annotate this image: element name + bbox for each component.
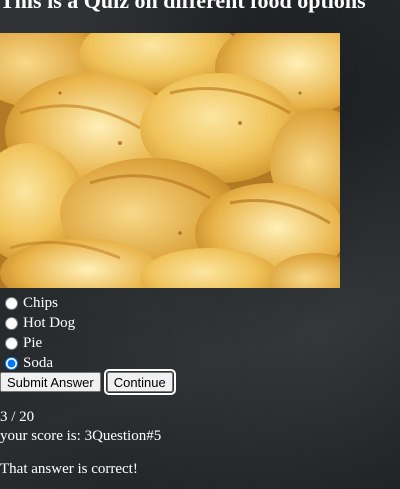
radio-soda[interactable] [5,356,18,370]
option-hot-dog[interactable]: Hot Dog [0,313,75,333]
radio-hot-dog[interactable] [5,316,18,330]
food-image-chips [0,33,340,288]
answer-feedback: That answer is correct! [0,461,138,477]
option-label: Pie [23,334,43,351]
option-label: Chips [23,294,59,311]
radio-chips[interactable] [5,296,18,310]
score-text: your score is: 3Question#5 [0,428,162,444]
option-label: Hot Dog [23,314,76,331]
answer-options: Chips Hot Dog Pie Soda [0,293,75,373]
question-progress: 3 / 20 [0,409,35,425]
option-pie[interactable]: Pie [0,333,75,353]
quiz-title: This is a Quiz on different food options [0,0,366,13]
radio-pie[interactable] [5,336,18,350]
option-chips[interactable]: Chips [0,293,75,313]
quiz-buttons: Submit Answer Continue [0,369,176,395]
option-soda[interactable]: Soda [0,353,75,373]
continue-button[interactable]: Continue [103,369,176,395]
submit-answer-button[interactable]: Submit Answer [0,372,101,392]
option-label: Soda [23,354,53,371]
